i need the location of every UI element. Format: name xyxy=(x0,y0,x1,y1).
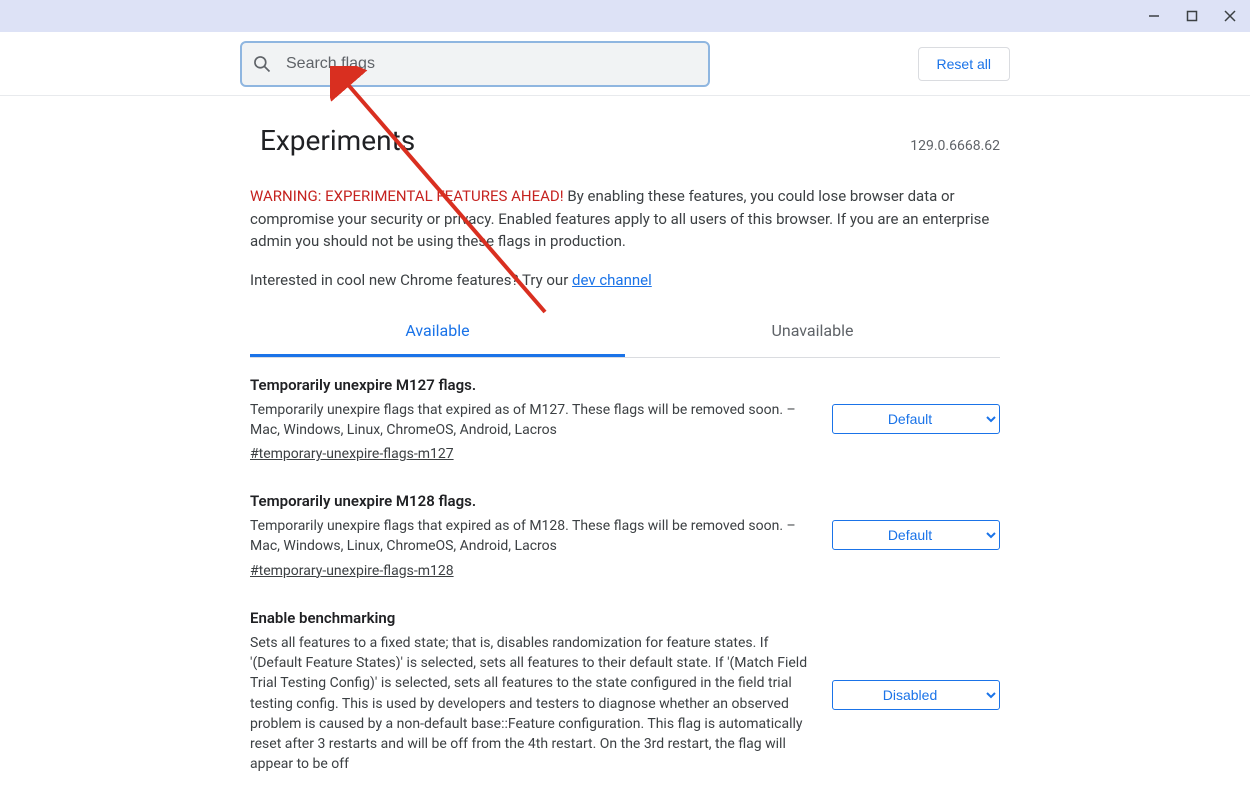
dev-channel-link[interactable]: dev channel xyxy=(572,271,652,289)
maximize-icon xyxy=(1186,10,1198,22)
main-content: Experiments 129.0.6668.62 WARNING: EXPER… xyxy=(240,124,1010,793)
flag-title: Temporarily unexpire M127 flags. xyxy=(250,376,812,394)
search-input[interactable] xyxy=(240,41,710,87)
dev-channel-line: Interested in cool new Chrome features? … xyxy=(250,271,1000,289)
search-container xyxy=(240,41,710,87)
flag-description: Temporarily unexpire flags that expired … xyxy=(250,516,812,557)
window-titlebar xyxy=(0,0,1250,32)
flag-row: Enable benchmarking Sets all features to… xyxy=(250,591,1000,793)
tab-unavailable[interactable]: Unavailable xyxy=(625,307,1000,357)
interest-prefix: Interested in cool new Chrome features? … xyxy=(250,271,572,289)
flag-description: Temporarily unexpire flags that expired … xyxy=(250,400,812,441)
page-title: Experiments xyxy=(260,124,415,157)
flag-description: Sets all features to a fixed state; that… xyxy=(250,633,812,775)
close-icon xyxy=(1224,10,1236,22)
flag-state-select[interactable]: Default xyxy=(832,520,1000,550)
tab-available[interactable]: Available xyxy=(250,307,625,357)
flag-title: Enable benchmarking xyxy=(250,609,812,627)
version-label: 129.0.6668.62 xyxy=(910,138,1000,154)
flag-anchor-link[interactable]: #temporary-unexpire-flags-m127 xyxy=(250,446,454,462)
search-icon xyxy=(252,54,272,74)
flag-anchor-link[interactable]: #temporary-unexpire-flags-m128 xyxy=(250,563,454,579)
reset-all-button[interactable]: Reset all xyxy=(918,47,1010,81)
minimize-icon xyxy=(1148,10,1160,22)
flag-title: Temporarily unexpire M128 flags. xyxy=(250,492,812,510)
flag-state-select[interactable]: Disabled xyxy=(832,680,1000,710)
flag-row: Temporarily unexpire M127 flags. Tempora… xyxy=(250,358,1000,475)
window-minimize-button[interactable] xyxy=(1142,4,1166,28)
warning-text: WARNING: EXPERIMENTAL FEATURES AHEAD! By… xyxy=(250,185,1000,253)
top-toolbar: Reset all xyxy=(0,32,1250,96)
window-maximize-button[interactable] xyxy=(1180,4,1204,28)
warning-prefix: WARNING: EXPERIMENTAL FEATURES AHEAD! xyxy=(250,187,564,205)
window-close-button[interactable] xyxy=(1218,4,1242,28)
tabs: Available Unavailable xyxy=(250,307,1000,358)
flag-row: Temporarily unexpire M128 flags. Tempora… xyxy=(250,474,1000,591)
flag-state-select[interactable]: Default xyxy=(832,404,1000,434)
